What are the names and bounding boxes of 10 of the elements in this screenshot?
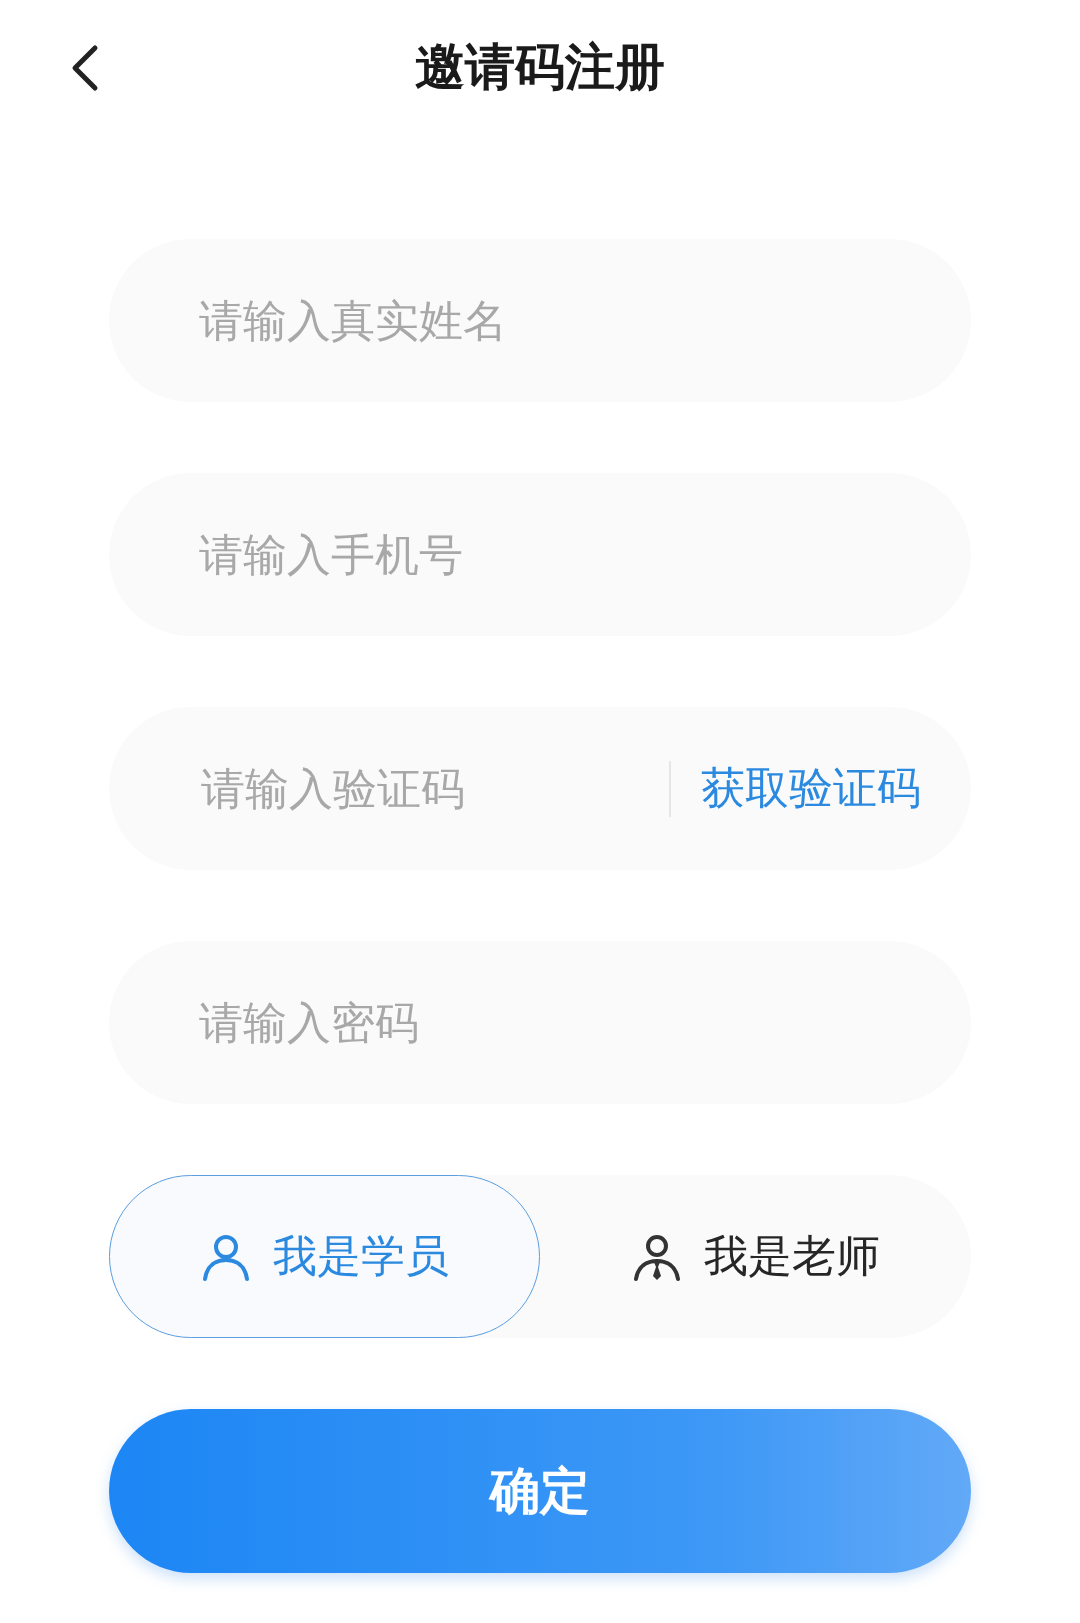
role-tab[interactable]: 我是老师 (540, 1175, 971, 1338)
confirm-button[interactable]: 确定 (109, 1409, 971, 1573)
get-code-button[interactable]: 获取验证码 (701, 759, 921, 818)
input-field[interactable]: 请输入手机号 (109, 473, 971, 636)
input-field[interactable]: 请输入验证码 (199, 762, 649, 815)
role-tab[interactable]: 我是学员 (109, 1175, 540, 1338)
input-field[interactable]: 请输入真实姓名 (109, 239, 971, 402)
input-field[interactable]: 请输入密码 (109, 941, 971, 1104)
back-icon (70, 44, 100, 92)
page-title: 邀请码注册 (415, 37, 665, 98)
